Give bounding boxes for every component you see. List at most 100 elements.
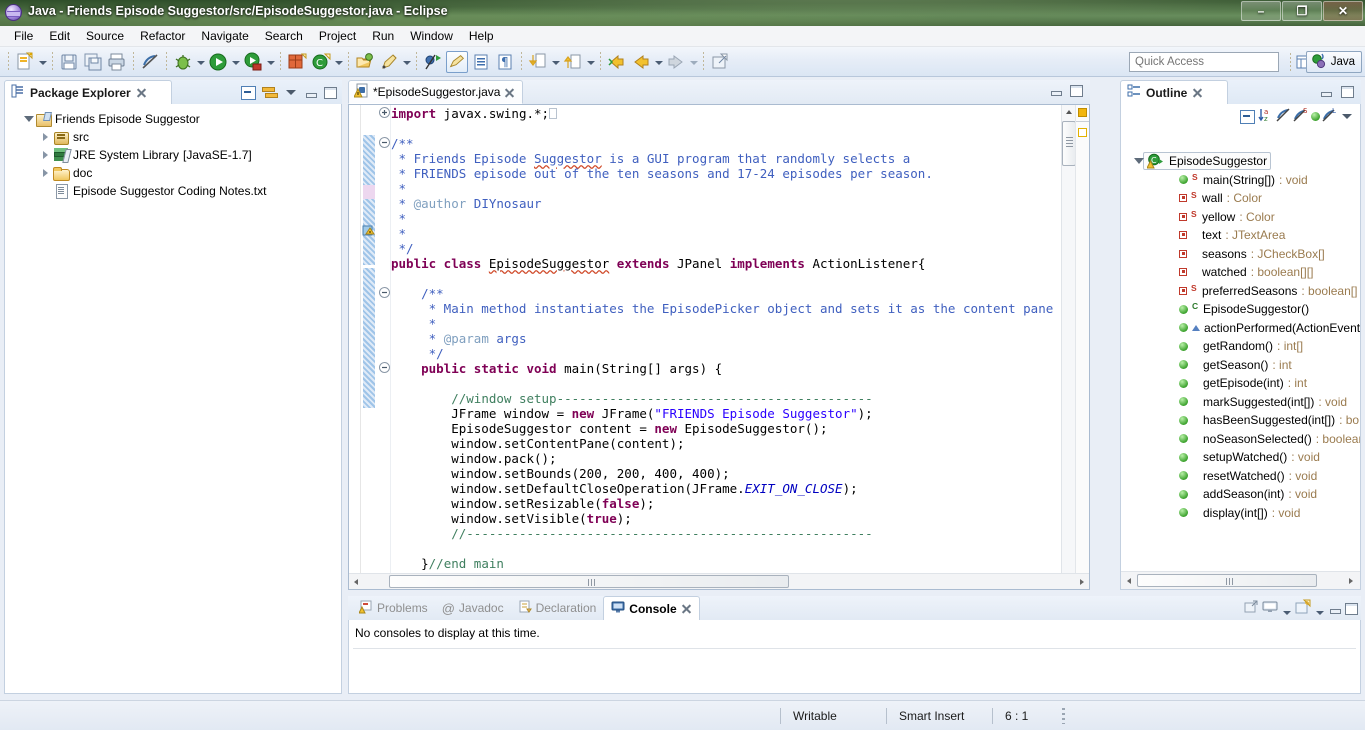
outline-item-resetwatched[interactable]: resetWatched() : void bbox=[1125, 467, 1360, 486]
display-console-dropdown-icon[interactable] bbox=[1281, 601, 1292, 617]
menu-edit[interactable]: Edit bbox=[41, 27, 78, 45]
open-task-icon[interactable] bbox=[378, 51, 400, 73]
tree-item-project[interactable]: Friends Episode Suggestor bbox=[13, 110, 341, 128]
minimize-icon[interactable] bbox=[1319, 85, 1332, 98]
view-menu-icon[interactable] bbox=[284, 85, 298, 99]
new-java-package-icon[interactable] bbox=[286, 51, 308, 73]
open-type-icon[interactable] bbox=[354, 51, 376, 73]
outline-root[interactable]: C EpisodeSuggestor bbox=[1125, 152, 1360, 171]
outline-item-getepisode[interactable]: getEpisode(int) : int bbox=[1125, 374, 1360, 393]
outline-item-actionperformed[interactable]: actionPerformed(ActionEvent bbox=[1125, 319, 1360, 338]
debug-icon[interactable] bbox=[172, 51, 194, 73]
maximize-icon[interactable] bbox=[1340, 85, 1354, 98]
close-icon[interactable] bbox=[136, 87, 147, 98]
next-annotation-icon[interactable] bbox=[527, 51, 549, 73]
minimize-icon[interactable] bbox=[1049, 84, 1062, 97]
menu-source[interactable]: Source bbox=[78, 27, 132, 45]
forward-icon[interactable] bbox=[665, 51, 687, 73]
run-icon[interactable] bbox=[207, 51, 229, 73]
scroll-up-arrow[interactable] bbox=[1062, 105, 1076, 119]
quick-access-input[interactable] bbox=[1129, 52, 1279, 72]
tab-package-explorer[interactable]: Package Explorer bbox=[4, 80, 172, 104]
hide-static-icon[interactable]: S bbox=[1293, 107, 1309, 126]
hide-local-types-icon[interactable]: L bbox=[1322, 107, 1338, 126]
source-code-text[interactable]: import javax.swing.*; /** * Friends Epis… bbox=[391, 105, 1061, 573]
outline-item-preferredseasons[interactable]: S preferredSeasons : boolean[] bbox=[1125, 282, 1360, 301]
maximize-icon[interactable] bbox=[1344, 602, 1358, 615]
tab-console[interactable]: Console bbox=[603, 596, 700, 620]
hide-fields-icon[interactable] bbox=[1275, 107, 1291, 126]
open-console-icon[interactable] bbox=[1243, 599, 1259, 618]
display-selected-console-icon[interactable] bbox=[1262, 599, 1278, 618]
scrollbar-thumb[interactable] bbox=[1062, 121, 1076, 166]
editor-vertical-scrollbar[interactable] bbox=[1061, 105, 1076, 573]
outline-item-setupwatched[interactable]: setupWatched() : void bbox=[1125, 448, 1360, 467]
expand-twisty-icon[interactable] bbox=[39, 147, 53, 163]
menu-window[interactable]: Window bbox=[402, 27, 461, 45]
new-class-dropdown-icon[interactable] bbox=[333, 51, 344, 73]
collapse-all-icon[interactable] bbox=[1239, 108, 1255, 124]
outline-item-seasons[interactable]: seasons : JCheckBox[] bbox=[1125, 245, 1360, 264]
outline-horizontal-scrollbar[interactable] bbox=[1121, 571, 1360, 589]
sort-icon[interactable]: az bbox=[1257, 107, 1273, 126]
maximize-icon[interactable] bbox=[323, 86, 337, 99]
outline-root-selected[interactable]: C EpisodeSuggestor bbox=[1143, 152, 1272, 171]
maximize-icon[interactable] bbox=[1069, 84, 1083, 97]
view-menu-icon[interactable] bbox=[1340, 109, 1354, 123]
new-wizard-icon[interactable] bbox=[14, 51, 36, 73]
menu-search[interactable]: Search bbox=[257, 27, 311, 45]
outline-item-constructor[interactable]: C EpisodeSuggestor() bbox=[1125, 300, 1360, 319]
editor-horizontal-scrollbar[interactable] bbox=[349, 573, 1089, 589]
scroll-right-arrow[interactable] bbox=[1344, 574, 1358, 588]
editor-area[interactable]: import javax.swing.*; /** * Friends Epis… bbox=[348, 104, 1090, 590]
toggle-mark-occurrences-icon[interactable] bbox=[139, 51, 161, 73]
run-coverage-icon[interactable] bbox=[242, 51, 264, 73]
close-icon[interactable] bbox=[504, 87, 515, 98]
overview-warning-mark[interactable] bbox=[1078, 108, 1087, 117]
scrollbar-thumb[interactable] bbox=[1137, 574, 1317, 587]
menu-help[interactable]: Help bbox=[461, 27, 502, 45]
editor-overview-ruler[interactable] bbox=[1075, 105, 1089, 573]
minimize-icon[interactable] bbox=[304, 86, 317, 99]
toggle-java-editor-icon[interactable] bbox=[446, 50, 468, 73]
expand-twisty-icon[interactable] bbox=[21, 111, 35, 127]
scroll-left-arrow[interactable] bbox=[349, 575, 363, 589]
collapse-all-icon[interactable] bbox=[240, 84, 256, 100]
fold-collapse-icon[interactable] bbox=[379, 287, 390, 301]
outline-item-getseason[interactable]: getSeason() : int bbox=[1125, 356, 1360, 375]
scroll-right-arrow[interactable] bbox=[1075, 575, 1089, 589]
outline-item-noseasonselected[interactable]: noSeasonSelected() : boolean bbox=[1125, 430, 1360, 449]
outline-item-hasbeensuggested[interactable]: hasBeenSuggested(int[]) : bo bbox=[1125, 411, 1360, 430]
tab-problems[interactable]: Problems bbox=[352, 596, 435, 620]
new-editor-icon[interactable] bbox=[709, 51, 731, 73]
new-console-view-icon[interactable] bbox=[1295, 599, 1311, 618]
tab-episodesuggestor-java[interactable]: *EpisodeSuggestor.java bbox=[348, 80, 524, 104]
back-history-icon[interactable] bbox=[606, 51, 628, 73]
expand-twisty-icon[interactable] bbox=[39, 129, 53, 145]
toggle-breadcrumb-icon[interactable] bbox=[470, 51, 492, 73]
menu-navigate[interactable]: Navigate bbox=[193, 27, 256, 45]
menu-project[interactable]: Project bbox=[311, 27, 364, 45]
close-button[interactable]: ✕ bbox=[1323, 1, 1363, 21]
next-annotation-dropdown-icon[interactable] bbox=[550, 51, 561, 73]
outline-item-watched[interactable]: watched : boolean[][] bbox=[1125, 263, 1360, 282]
expand-twisty-icon[interactable] bbox=[39, 165, 53, 181]
scrollbar-thumb[interactable] bbox=[389, 575, 789, 588]
status-resize-grip[interactable] bbox=[1062, 707, 1066, 724]
fold-collapse-icon[interactable] bbox=[379, 137, 390, 151]
tree-item-notes[interactable]: Episode Suggestor Coding Notes.txt bbox=[13, 182, 341, 200]
scroll-left-arrow[interactable] bbox=[1122, 574, 1136, 588]
run-dropdown-icon[interactable] bbox=[230, 51, 241, 73]
link-with-editor-icon[interactable] bbox=[262, 84, 278, 100]
tab-javadoc[interactable]: @ Javadoc bbox=[435, 596, 511, 620]
forward-dropdown-icon[interactable] bbox=[688, 51, 699, 73]
outline-item-addseason[interactable]: addSeason(int) : void bbox=[1125, 485, 1360, 504]
new-console-dropdown-icon[interactable] bbox=[1314, 601, 1325, 617]
outline-item-display[interactable]: display(int[]) : void bbox=[1125, 504, 1360, 523]
tab-outline[interactable]: Outline bbox=[1120, 80, 1228, 104]
outline-item-text[interactable]: text : JTextArea bbox=[1125, 226, 1360, 245]
back-icon[interactable] bbox=[630, 51, 652, 73]
tree-item-src[interactable]: src bbox=[13, 128, 341, 146]
skip-all-breakpoints-icon[interactable] bbox=[422, 51, 444, 73]
close-icon[interactable] bbox=[1192, 87, 1203, 98]
